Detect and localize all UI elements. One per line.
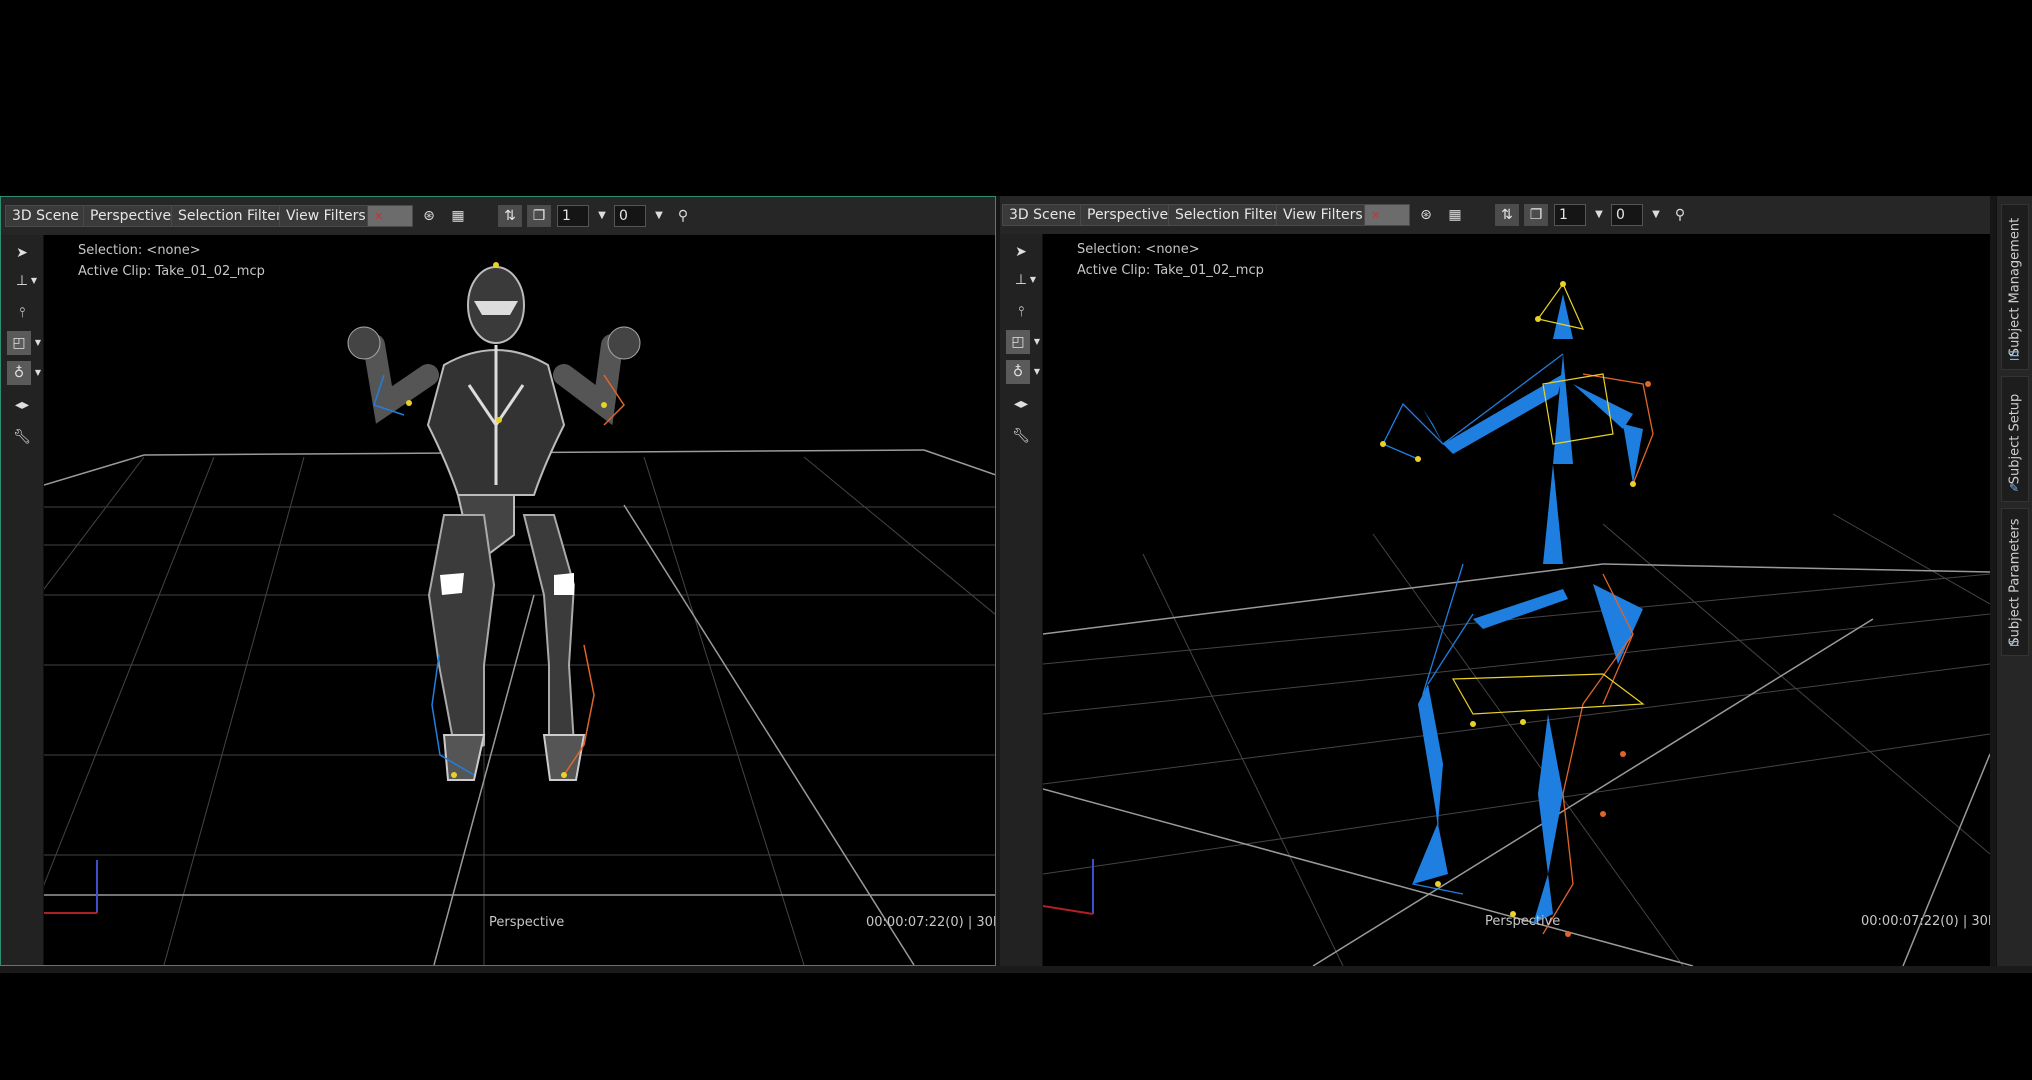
right-tool-sidebar: ➤ ⊥ ▼ ⫯ ◰ ▼ ♁ ▼ ◂▸ 🔧︎ [1000, 234, 1043, 966]
chevron-down-icon[interactable]: ▼ [649, 205, 669, 227]
subject-parameters-icon: ⚌ [2009, 635, 2020, 649]
chevron-down-icon[interactable]: ▼ [1646, 204, 1666, 226]
camera-toggle-button[interactable]: ✕ [367, 205, 413, 227]
grid-icon[interactable]: ▦ [1445, 204, 1465, 226]
subject-dock: Subject Management ☰ Subject Setup ✎ Subje… [1996, 196, 2032, 966]
copy-icon[interactable]: ❐ [1524, 204, 1548, 226]
transform-axis-icon[interactable]: ⊥ ▼ [7, 269, 37, 293]
x-axis-indicator [1043, 905, 1094, 915]
tab-subject-management[interactable]: Subject Management ☰ [2001, 204, 2029, 370]
camera-name-label: Perspective [1485, 914, 1561, 929]
tab-subject-management-label: Subject Management [2007, 217, 2023, 357]
camera-view-label: Perspective [90, 208, 172, 224]
camera-toggle-button[interactable]: ✕ [1364, 204, 1410, 226]
tab-subject-parameters[interactable]: Subject Parameters ⚌ [2001, 508, 2029, 656]
floor-grid [1043, 513, 1990, 966]
camera-icon: ✕ [374, 210, 384, 223]
chevron-down-icon[interactable]: ▼ [1589, 204, 1609, 226]
offset-field[interactable]: 0 [614, 205, 646, 227]
playback-icon[interactable]: ◂▸ [1006, 392, 1036, 416]
select-arrow-icon[interactable]: ➤ [1006, 240, 1036, 264]
active-clip-status: Active Clip: Take_01_02_mcp [1077, 263, 1264, 278]
pin-icon[interactable]: ⚲ [673, 205, 693, 227]
select-arrow-icon[interactable]: ➤ [7, 241, 37, 265]
marker-drop-icon[interactable]: ♁ ▼ [7, 361, 41, 385]
camera-icon: ✕ [1371, 209, 1381, 222]
floor-outline [44, 449, 995, 965]
offset-field[interactable]: 0 [1611, 204, 1643, 226]
scene-type-label: 3D Scene [12, 208, 79, 224]
wrench-icon[interactable]: 🔧︎ [7, 425, 37, 449]
scene-type-label: 3D Scene [1009, 207, 1076, 223]
bottom-splitter[interactable] [0, 966, 2032, 973]
subject-management-icon: ☰ [2009, 349, 2020, 363]
frame-field[interactable]: 1 [557, 205, 589, 227]
left-scene-graphics [44, 262, 995, 965]
figure-icon[interactable]: ⫯ [1006, 300, 1036, 324]
marker-points-orange [1565, 381, 1651, 937]
sort-icon[interactable]: ⇅ [1495, 204, 1519, 226]
timecode-readout: 00:00:07:22(0) | 30Hz [866, 915, 995, 930]
sort-icon[interactable]: ⇅ [498, 205, 522, 227]
timecode-readout: 00:00:07:22(0) | 30Hz [1861, 914, 1990, 929]
camera-name-label: Perspective [489, 915, 565, 930]
character-mesh [347, 266, 641, 781]
figure-icon[interactable]: ⫯ [7, 301, 37, 325]
selection-status: Selection: <none> [1077, 242, 1200, 257]
skeleton-bones [1413, 294, 1643, 924]
pin-icon[interactable]: ⚲ [1670, 204, 1690, 226]
marker-box-icon[interactable]: ◰ ▼ [7, 331, 41, 355]
cycle-icon[interactable]: ⊛ [1416, 204, 1436, 226]
marker-box-icon[interactable]: ◰ ▼ [1006, 330, 1040, 354]
floor-outline [1043, 563, 1990, 966]
selection-filters-button[interactable]: Selection Filters [1168, 204, 1293, 226]
cycle-icon[interactable]: ⊛ [419, 205, 439, 227]
tab-subject-setup[interactable]: Subject Setup ✎ [2001, 376, 2029, 502]
selection-status: Selection: <none> [78, 243, 201, 258]
grid-icon[interactable]: ▦ [448, 205, 468, 227]
marker-drop-icon[interactable]: ♁ ▼ [1006, 360, 1040, 384]
selection-filters-button[interactable]: Selection Filters [171, 205, 296, 227]
left-toolbar: 3D Scene ▼ Perspective ▼ Selection Filters… [1, 197, 995, 236]
subject-setup-icon: ✎ [2009, 481, 2020, 495]
view-filters-button[interactable]: View Filters [1276, 204, 1370, 226]
transform-axis-icon[interactable]: ⊥ ▼ [1006, 268, 1036, 292]
right-scene-graphics [1043, 281, 1990, 966]
left-viewport-pane: 3D Scene ▼ Perspective ▼ Selection Filters… [0, 196, 996, 966]
tab-subject-parameters-label: Subject Parameters [2007, 518, 2023, 646]
left-3d-viewport[interactable]: Selection: <none> Active Clip: Take_01_0… [44, 235, 995, 965]
camera-view-label: Perspective [1087, 207, 1169, 223]
tab-subject-setup-label: Subject Setup [2007, 393, 2023, 485]
frame-field[interactable]: 1 [1554, 204, 1586, 226]
wrench-icon[interactable]: 🔧︎ [1006, 424, 1036, 448]
chevron-down-icon[interactable]: ▼ [592, 205, 612, 227]
vicon-app-window: 3D Scene ▼ Perspective ▼ Selection Filters… [0, 196, 2032, 973]
right-3d-viewport[interactable]: Selection: <none> Active Clip: Take_01_0… [1043, 234, 1990, 966]
right-viewport-pane: 3D Scene ▼ Perspective ▼ Selection Filters… [1000, 196, 1990, 966]
floor-grid [44, 456, 995, 965]
left-tool-sidebar: ➤ ⊥ ▼ ⫯ ◰ ▼ ♁ ▼ ◂▸ 🔧︎ [1, 235, 44, 965]
right-toolbar: 3D Scene ▼ Perspective ▼ Selection Filters… [1000, 196, 1990, 235]
view-filters-button[interactable]: View Filters [279, 205, 373, 227]
playback-icon[interactable]: ◂▸ [7, 393, 37, 417]
copy-icon[interactable]: ❐ [527, 205, 551, 227]
active-clip-status: Active Clip: Take_01_02_mcp [78, 264, 265, 279]
